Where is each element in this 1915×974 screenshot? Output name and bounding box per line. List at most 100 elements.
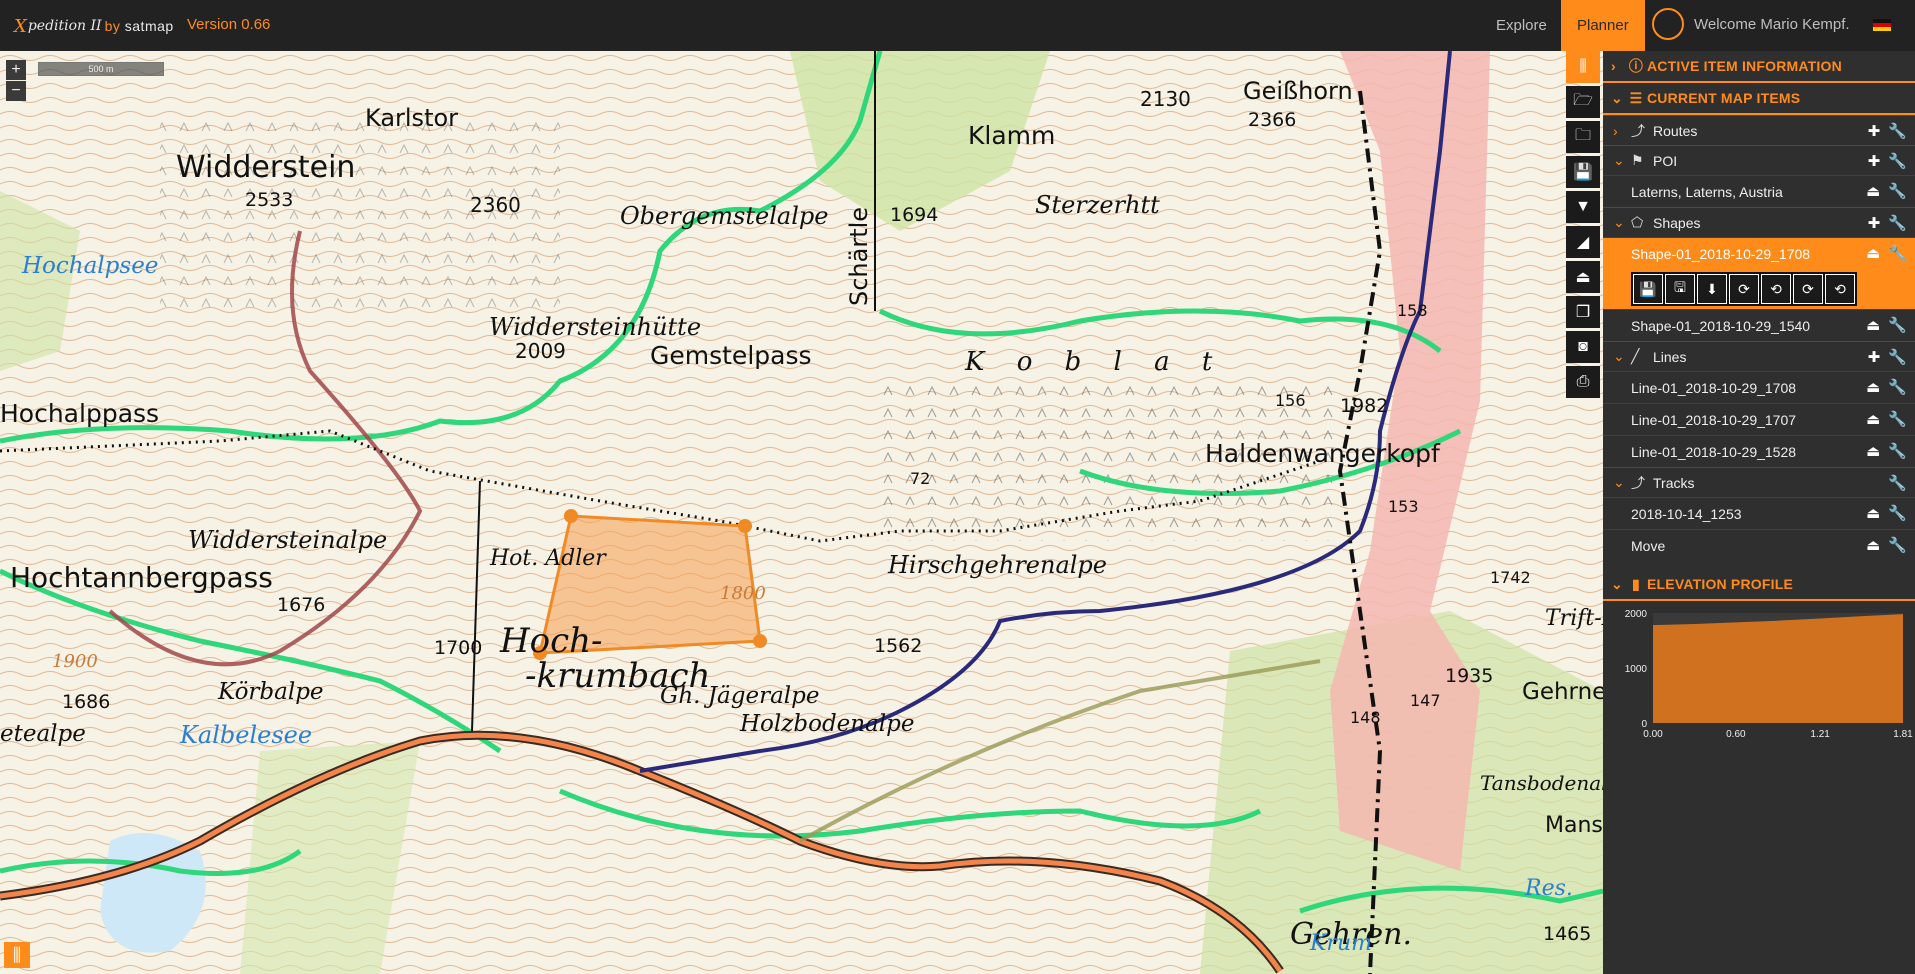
map-label: 2130: [1140, 87, 1191, 111]
upload-icon[interactable]: ⏏: [1866, 244, 1880, 262]
place-poi-icon[interactable]: ▼: [1566, 191, 1600, 223]
avatar[interactable]: [1652, 8, 1684, 40]
upload-icon[interactable]: ⏏: [1866, 536, 1880, 554]
rotate-icon-4[interactable]: ⟲: [1825, 274, 1855, 304]
topographic-map[interactable]: Karlstor Widderstein 2533 2360 Hochalpse…: [0, 51, 1603, 974]
app-logo[interactable]: X pedition II by satmap: [14, 13, 174, 39]
print-icon[interactable]: ⎙: [1566, 366, 1600, 398]
group-lines[interactable]: ⌄ ╱ Lines ✚ 🔧: [1603, 341, 1915, 371]
list-item[interactable]: Move ⏏ 🔧: [1603, 529, 1915, 561]
map-label: 1686: [62, 691, 111, 713]
map-label: Trift-H: [1545, 606, 1603, 631]
nav-explore[interactable]: Explore: [1480, 0, 1563, 51]
upload-icon[interactable]: ⏏: [1866, 182, 1880, 200]
map-label: 158: [1397, 301, 1428, 320]
rotate-icon-2[interactable]: ⟲: [1761, 274, 1791, 304]
layers-toggle-icon[interactable]: ⫼: [4, 942, 30, 968]
folder-icon[interactable]: 🗀: [1566, 121, 1600, 153]
upload-icon[interactable]: ⏏: [1866, 504, 1880, 522]
list-item[interactable]: Line-01_2018-10-29_1708 ⏏ 🔧: [1603, 371, 1915, 403]
x-tick-label: 1.81: [1893, 729, 1913, 740]
upload-icon[interactable]: ⏏: [1866, 316, 1880, 334]
rotate-icon-1[interactable]: ⟳: [1729, 274, 1759, 304]
folder-open-icon[interactable]: 🗁: [1566, 86, 1600, 118]
rotate-icon-3[interactable]: ⟳: [1793, 274, 1823, 304]
group-shapes[interactable]: ⌄ ⬠ Shapes ✚ 🔧: [1603, 207, 1915, 237]
map-label: 1800: [720, 583, 766, 604]
group-routes[interactable]: › ⤴ Routes ✚ 🔧: [1603, 115, 1915, 145]
zoom-in-button[interactable]: +: [6, 60, 26, 80]
active-item-header[interactable]: › ⓘ ACTIVE ITEM INFORMATION: [1603, 51, 1915, 83]
elevation-icon[interactable]: ◢: [1566, 226, 1600, 258]
shape-vertex: [564, 509, 578, 523]
x-tick-label: 1.21: [1810, 729, 1830, 740]
map-label: 1742: [1490, 568, 1531, 587]
map-label: 2009: [515, 339, 566, 363]
add-icon[interactable]: ✚: [1868, 214, 1881, 232]
welcome-message: Welcome Mario Kempf.: [1694, 16, 1850, 33]
map-label: Hochalppass: [0, 399, 160, 428]
panel-toggle-icon[interactable]: ⫼: [1566, 51, 1600, 83]
item-label: Move: [1631, 537, 1666, 554]
wrench-icon[interactable]: 🔧: [1888, 442, 1907, 460]
map-label: Sterzerhtt: [1035, 191, 1160, 219]
wrench-icon[interactable]: 🔧: [1888, 410, 1907, 428]
list-item[interactable]: Shape-01_2018-10-29_1540 ⏏ 🔧: [1603, 309, 1915, 341]
group-poi[interactable]: ⌄ ⚑ POI ✚ 🔧: [1603, 145, 1915, 175]
list-item[interactable]: 2018-10-14_1253 ⏏ 🔧: [1603, 497, 1915, 529]
wrench-icon[interactable]: 🔧: [1888, 182, 1907, 200]
shape-tools-bar: 💾 🖫 ⬇ ⟳ ⟲ ⟳ ⟲: [1603, 269, 1915, 309]
upload-icon[interactable]: ⏏: [1866, 442, 1880, 460]
wrench-icon[interactable]: 🔧: [1888, 504, 1907, 522]
group-tracks[interactable]: ⌄ ⤴ Tracks 🔧: [1603, 467, 1915, 497]
upload-icon[interactable]: ⏏: [1866, 378, 1880, 396]
elevation-profile-header[interactable]: ⌄ ▮ ELEVATION PROFILE: [1603, 569, 1915, 601]
german-flag-icon[interactable]: [1873, 19, 1891, 31]
nav-planner[interactable]: Planner: [1561, 0, 1645, 51]
upload-icon[interactable]: ⏏: [1866, 410, 1880, 428]
wrench-icon[interactable]: 🔧: [1888, 348, 1907, 366]
elevation-chart[interactable]: 2000 1000 0 0.00 0.60 1.21 1.81: [1603, 601, 1915, 751]
save-as-icon[interactable]: 🖫: [1665, 274, 1695, 304]
zoom-out-button[interactable]: −: [6, 81, 26, 101]
wrench-icon[interactable]: 🔧: [1888, 536, 1907, 554]
camera-icon[interactable]: ◙: [1566, 331, 1600, 363]
map-toolbar: ⫼ 🗁 🗀 💾 ▼ ◢ ⏏ ❐ ◙ ⎙: [1566, 51, 1600, 401]
logo-by: by: [104, 18, 121, 34]
map-label: Krum: [1310, 931, 1372, 956]
panel-title: ELEVATION PROFILE: [1647, 576, 1793, 592]
wrench-icon[interactable]: 🔧: [1888, 214, 1907, 232]
add-icon[interactable]: ✚: [1868, 152, 1881, 170]
map-label: Haldenwangerkopf: [1205, 439, 1440, 468]
add-icon[interactable]: ✚: [1868, 348, 1881, 366]
map-canvas[interactable]: [0, 51, 1603, 974]
wrench-icon[interactable]: 🔧: [1888, 244, 1907, 262]
map-label: Widdersteinalpe: [188, 526, 388, 554]
list-item[interactable]: Line-01_2018-10-29_1707 ⏏ 🔧: [1603, 403, 1915, 435]
item-label: Line-01_2018-10-29_1528: [1631, 443, 1797, 460]
wrench-icon[interactable]: 🔧: [1888, 152, 1907, 170]
save-icon[interactable]: 💾: [1633, 274, 1663, 304]
map-label: Schärtle: [845, 206, 873, 306]
wrench-icon[interactable]: 🔧: [1888, 316, 1907, 334]
current-items-header[interactable]: ⌄ ☰ CURRENT MAP ITEMS: [1603, 83, 1915, 115]
item-label: Line-01_2018-10-29_1708: [1631, 379, 1797, 396]
copy-icon[interactable]: ❐: [1566, 296, 1600, 328]
y-tick-label: 1000: [1625, 664, 1648, 675]
save-icon[interactable]: 💾: [1566, 156, 1600, 188]
list-item[interactable]: Laterns, Laterns, Austria ⏏ 🔧: [1603, 175, 1915, 207]
wrench-icon[interactable]: 🔧: [1888, 122, 1907, 140]
side-panel: › ⓘ ACTIVE ITEM INFORMATION ⌄ ☰ CURRENT …: [1603, 51, 1915, 974]
x-tick-label: 0.60: [1726, 729, 1746, 740]
download-icon[interactable]: ⬇: [1697, 274, 1727, 304]
map-label: 2360: [470, 193, 521, 217]
add-icon[interactable]: ✚: [1868, 122, 1881, 140]
pin-upload-icon[interactable]: ⏏: [1566, 261, 1600, 293]
poi-icon: ⚑: [1631, 152, 1644, 168]
list-item-selected[interactable]: Shape-01_2018-10-29_1708 ⏏ 🔧: [1603, 237, 1915, 269]
wrench-icon[interactable]: 🔧: [1888, 378, 1907, 396]
map-label: Res.: [1525, 876, 1573, 901]
track-icon: ⤴: [1631, 474, 1645, 491]
list-item[interactable]: Line-01_2018-10-29_1528 ⏏ 🔧: [1603, 435, 1915, 467]
wrench-icon[interactable]: 🔧: [1888, 474, 1907, 492]
